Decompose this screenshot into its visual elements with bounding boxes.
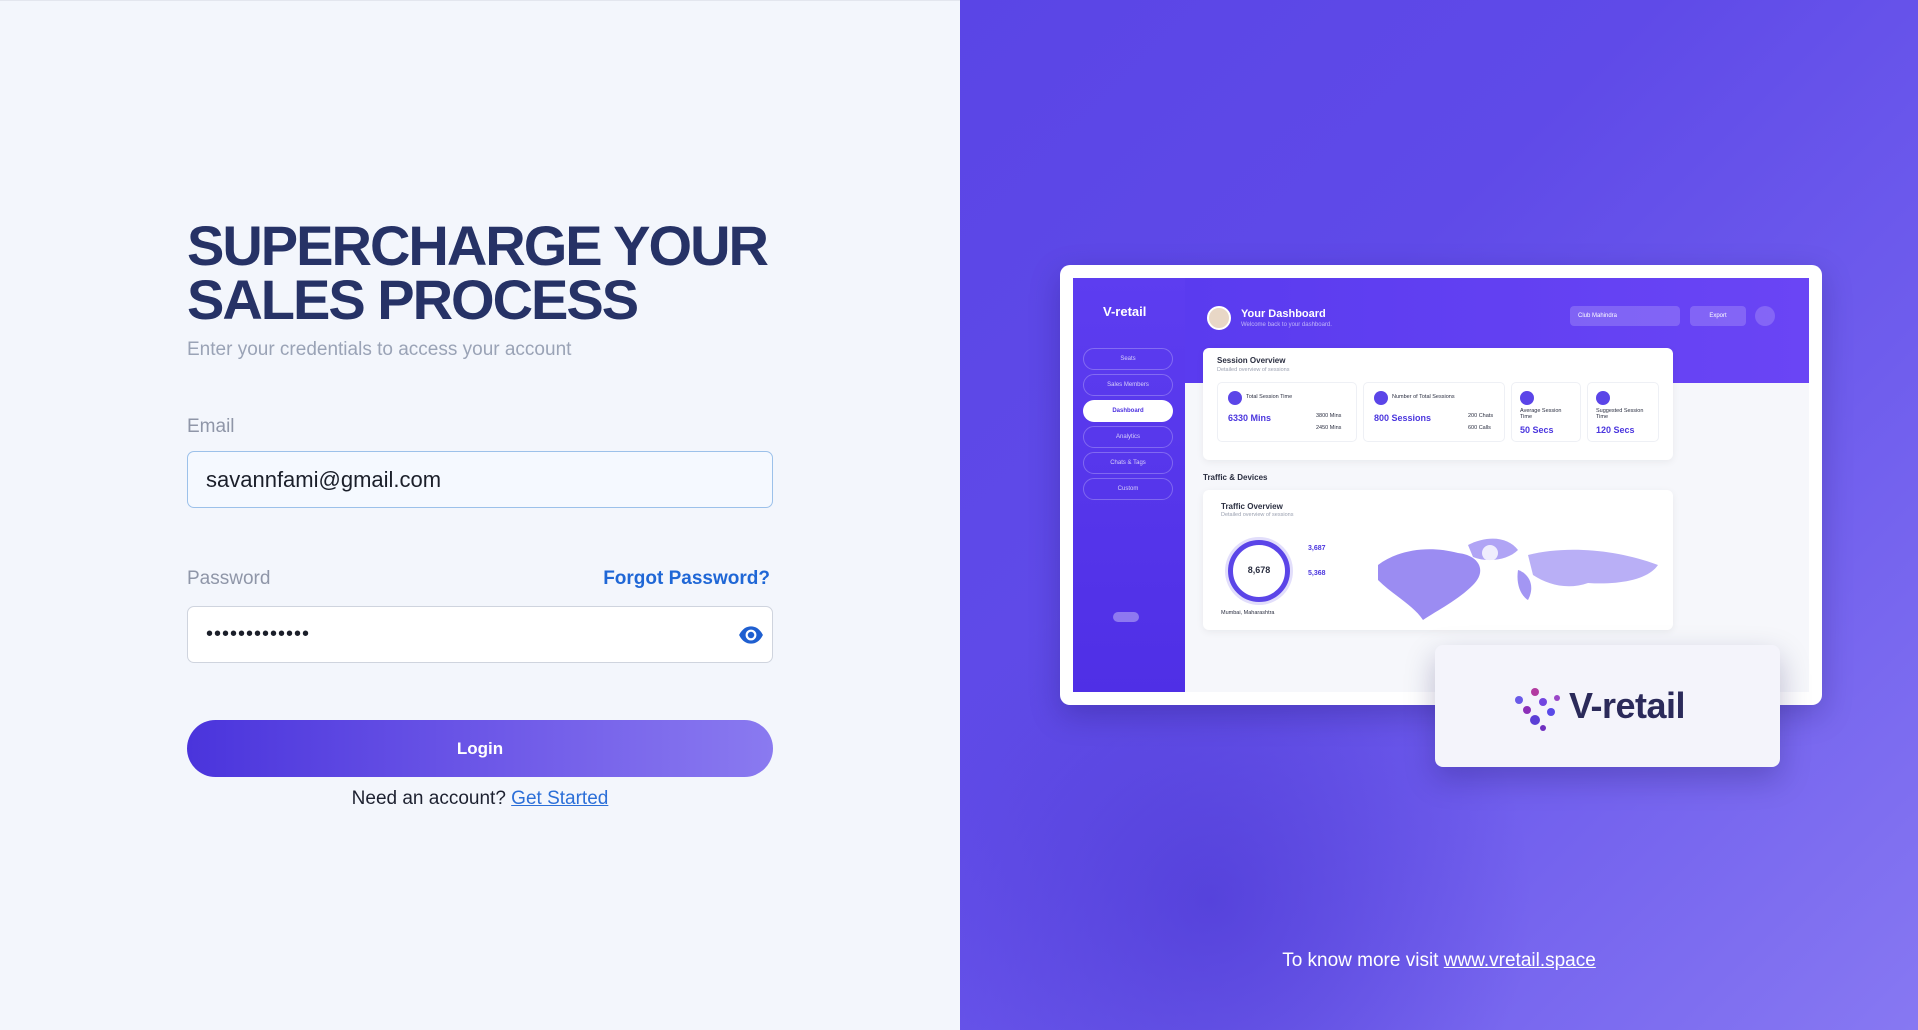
preview-nav-item: Analytics <box>1083 426 1173 448</box>
preview-session-title: Session Overview <box>1217 356 1286 365</box>
preview-session-sub: Detailed overview of sessions <box>1217 367 1290 373</box>
password-field[interactable] <box>187 606 773 663</box>
preview-power-icon <box>1755 306 1775 326</box>
login-subtitle: Enter your credentials to access your ac… <box>187 339 572 360</box>
preview-stat: Average Session Time 50 Secs <box>1511 382 1581 442</box>
preview-nav-item: Chats & Tags <box>1083 452 1173 474</box>
page-headline: SUPERCHARGE YOUR SALES PROCESS <box>187 214 807 331</box>
visit-text: To know more visit www.vretail.space <box>960 950 1918 972</box>
preview-theme-toggle <box>1113 612 1139 622</box>
preview-logo: V-retail <box>1103 304 1147 319</box>
password-input[interactable] <box>206 607 726 662</box>
preview-sidebar: V-retail Seats Sales Members Dashboard A… <box>1073 278 1185 692</box>
promo-panel: V-retail Seats Sales Members Dashboard A… <box>960 0 1918 1030</box>
email-input[interactable] <box>206 452 726 507</box>
preview-export: Export <box>1690 306 1746 326</box>
login-button[interactable]: Login <box>187 720 773 777</box>
preview-select: Club Mahindra <box>1570 306 1680 326</box>
vretail-logo-icon <box>1515 688 1560 731</box>
preview-nav-item: Custom <box>1083 478 1173 500</box>
brand-name: V-retail <box>1569 685 1686 726</box>
login-panel: SUPERCHARGE YOUR SALES PROCESS Enter you… <box>0 0 960 1030</box>
password-label: Password <box>187 568 271 589</box>
preview-ring: 8,678 <box>1228 540 1290 602</box>
brand-card: V-retail <box>1435 645 1780 767</box>
preview-stat: Number of Total Sessions 800 Sessions 20… <box>1363 382 1505 442</box>
preview-traffic-card: Traffic Overview Detailed overview of se… <box>1203 490 1673 630</box>
preview-stat: Suggested Session Time 120 Secs <box>1587 382 1659 442</box>
website-link[interactable]: www.vretail.space <box>1444 950 1596 971</box>
signup-prompt: Need an account? Get Started <box>187 788 773 810</box>
show-password-eye-icon[interactable] <box>738 622 764 648</box>
dashboard-preview-image: V-retail Seats Sales Members Dashboard A… <box>1060 265 1822 705</box>
preview-world-map <box>1378 538 1658 620</box>
headline-line-2: SALES PROCESS <box>187 268 639 331</box>
preview-nav-item: Sales Members <box>1083 374 1173 396</box>
preview-nav-item-active: Dashboard <box>1083 400 1173 422</box>
email-label: Email <box>187 416 235 437</box>
preview-title: Your Dashboard <box>1241 308 1326 320</box>
email-field[interactable] <box>187 451 773 508</box>
preview-nav-item: Seats <box>1083 348 1173 370</box>
preview-stat: Total Session Time 6330 Mins 3800 Mins 2… <box>1217 382 1357 442</box>
preview-avatar <box>1207 306 1231 330</box>
visit-label: To know more visit <box>1282 950 1439 971</box>
headline-line-1: SUPERCHARGE YOUR <box>187 214 769 277</box>
preview-subtitle: Welcome back to your dashboard. <box>1241 322 1332 328</box>
preview-session-card: Session Overview Detailed overview of se… <box>1203 348 1673 460</box>
need-account-text: Need an account? <box>351 788 506 809</box>
preview-traffic-heading: Traffic & Devices <box>1203 473 1268 482</box>
forgot-password-link[interactable]: Forgot Password? <box>602 568 770 590</box>
get-started-link[interactable]: Get Started <box>511 788 608 809</box>
